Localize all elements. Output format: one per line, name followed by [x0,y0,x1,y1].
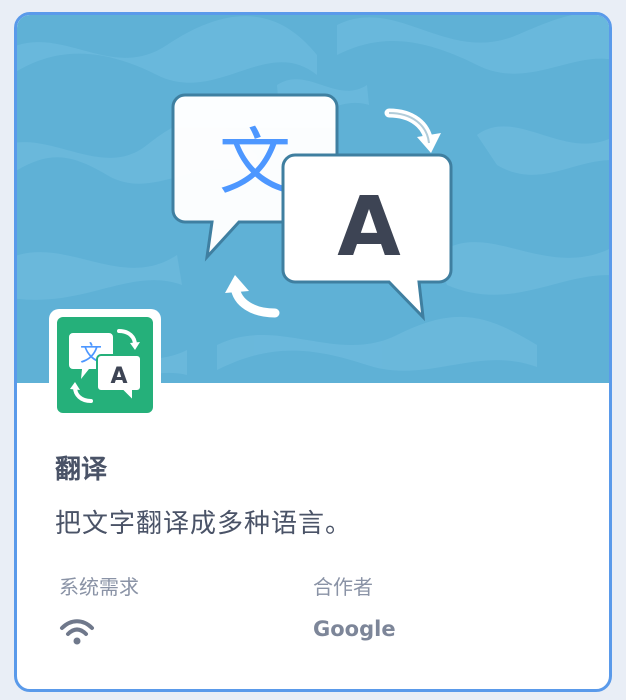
extension-icon: 文 A [49,309,161,421]
wifi-icon [60,619,94,645]
hero-source-glyph: 文 [219,120,291,204]
extension-description: 把文字翻译成多种语言。 [55,509,353,539]
icon-target-glyph: A [110,364,127,389]
collaborator-value: Google [313,617,396,641]
extension-card[interactable]: 文 A 文 A 翻译 把文字翻译成多种语言。 系统需求 合作者 Google [14,12,612,692]
extension-title: 翻译 [55,455,108,485]
hero-target-glyph: A [337,180,401,275]
collaborator-label: 合作者 [313,575,373,599]
translate-hero-icon: 文 A [171,93,453,322]
requirements-label: 系统需求 [59,575,139,599]
translate-icon: 文 A [69,329,142,404]
